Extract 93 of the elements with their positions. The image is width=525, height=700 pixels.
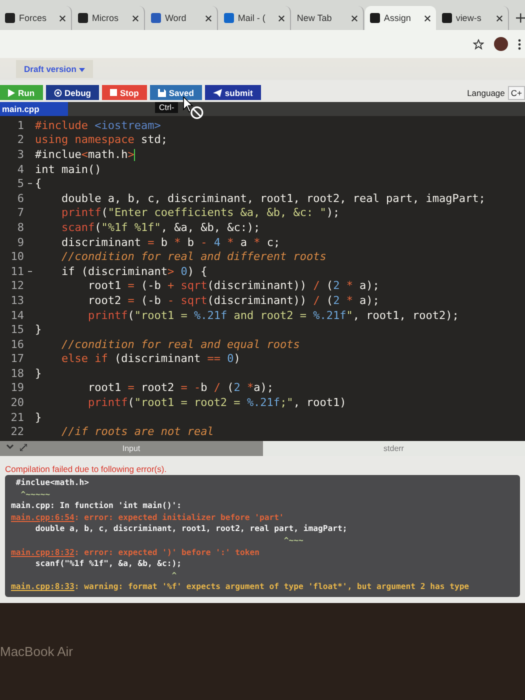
line-number: 12 (10, 279, 24, 292)
code-line: #inclue<math.h> (35, 148, 136, 161)
code-line: discriminant = b * b - 4 * a * c; (60, 236, 280, 249)
line-number: 1 (16, 118, 24, 132)
site-icon (224, 13, 234, 23)
cursor-icon (182, 96, 204, 120)
code-line: printf("Enter coefficients &a, &b, &c: "); (60, 206, 340, 220)
version-dropdown[interactable]: Draft version (16, 60, 93, 78)
code-line: if (discriminant> 0) { (60, 264, 208, 278)
site-icon (370, 13, 380, 23)
site-icon (150, 13, 161, 23)
line-number: 18 (10, 366, 24, 380)
avatar-icon[interactable] (494, 37, 508, 51)
language-select[interactable]: C+ (508, 86, 525, 100)
line-number: 11 (10, 264, 24, 278)
line-number: 2 (16, 133, 24, 146)
code-line: } (35, 410, 42, 424)
close-icon[interactable] (278, 14, 285, 22)
status-message: Compilation failed due to following error(s). (4, 463, 168, 476)
close-icon[interactable] (132, 14, 139, 22)
output-tab[interactable]: stderr (262, 441, 525, 456)
line-number: 20 (10, 396, 24, 410)
code-line: root2 = (-b - sqrt(discriminant)) / (2 * a); (86, 294, 380, 307)
code-line: } (35, 366, 42, 380)
close-icon[interactable] (58, 14, 66, 22)
code-line: } (35, 323, 42, 336)
site-icon (5, 13, 15, 23)
debug-button[interactable]: Debug (46, 85, 99, 100)
code-line: root1 = (-b + sqrt(discriminant)) / (2 * a); (86, 279, 380, 292)
code-line: printf("root1 = root2 = %.21f;", root1) (86, 396, 346, 410)
output-line: ^~~~ (282, 535, 304, 547)
line-number: 8 (16, 220, 24, 234)
line-number: 6 (16, 192, 24, 205)
stop-icon (110, 89, 117, 96)
close-icon[interactable] (496, 14, 503, 22)
line-number: 22 (10, 425, 24, 438)
output-line: main.cpp: In function 'int main()': (11, 500, 183, 512)
code-line: #include <iostream> (35, 118, 161, 132)
site-icon (78, 13, 88, 23)
code-line: //condition for real and different roots (60, 250, 326, 264)
line-number: 21 (10, 410, 24, 424)
save-icon (158, 88, 166, 96)
code-line: int main() (35, 162, 102, 176)
code-line: //condition for real and equal roots (60, 338, 300, 351)
browser-tab[interactable]: Assign (364, 6, 436, 30)
output-line: main.cpp:8:33: warning: format '%f' expects argument of type 'float*', but argument 2 has type (11, 581, 470, 593)
output-line: main.cpp:6:54: error: expected initializer before 'part' (11, 512, 285, 524)
line-number: 10 (10, 250, 24, 264)
line-number: 3 (16, 148, 24, 161)
expand-icon[interactable] (20, 444, 27, 452)
code-line: root1 = root2 = -b / (2 *a); (86, 381, 274, 394)
line-number: 7 (16, 206, 24, 220)
send-icon (212, 88, 222, 96)
output-line: ^ (170, 570, 178, 582)
menu-icon[interactable] (518, 38, 521, 50)
line-number: 13 (10, 294, 24, 307)
play-icon (8, 88, 15, 96)
output-line: scanf("%1f %1f", &a, &b, &c:); (34, 558, 183, 570)
star-icon[interactable] (473, 38, 484, 50)
caret-icon (78, 68, 85, 72)
output-line: ^~~~~~ (20, 488, 51, 500)
code-line: else if (discriminant == 0) (60, 352, 240, 366)
code-line: double a, b, c, discriminant, root1, root2, real part, imagPart; (60, 192, 486, 205)
line-number: 19 (10, 381, 24, 394)
site-icon (442, 13, 452, 23)
line-number: 17 (10, 352, 24, 366)
code-line: using namespace std; (35, 133, 168, 146)
close-icon[interactable] (204, 14, 212, 22)
code-line: printf("root1 = %.21f and root2 = %.21f", root1, root2); (86, 308, 459, 322)
line-number: 4 (16, 162, 24, 176)
line-number: 14 (10, 308, 24, 322)
output-line: main.cpp:8:32: error: expected ')' before ':' token (11, 546, 261, 558)
line-number: 16 (10, 338, 24, 351)
stop-button[interactable]: Stop (102, 85, 147, 100)
submit-button[interactable]: submit (204, 85, 261, 100)
close-icon[interactable] (424, 14, 431, 22)
output-line: double a, b, c, discriminant, root1, root2, real part, imagPart; (34, 523, 348, 536)
device-label: MacBook Air (0, 644, 73, 659)
code-line: scanf("%1f %1f", &a, &b, &c:); (60, 220, 260, 234)
line-number: 5 (16, 177, 24, 190)
close-icon[interactable] (350, 14, 358, 22)
code-line: //if roots are not real (60, 425, 214, 438)
line-number: 15 (10, 323, 24, 336)
code-line: { (35, 177, 42, 190)
language-label: Language (467, 88, 505, 98)
target-icon (54, 88, 62, 96)
tooltip: Ctrl- (155, 102, 178, 113)
file-tab[interactable]: main.cpp (0, 102, 68, 116)
new-tab-icon[interactable] (516, 13, 525, 23)
output-line: #inclue<math.h> (14, 477, 90, 489)
chevron-down-icon[interactable] (6, 444, 14, 450)
save-button[interactable]: Saved (150, 85, 202, 100)
line-number: 9 (16, 236, 24, 249)
